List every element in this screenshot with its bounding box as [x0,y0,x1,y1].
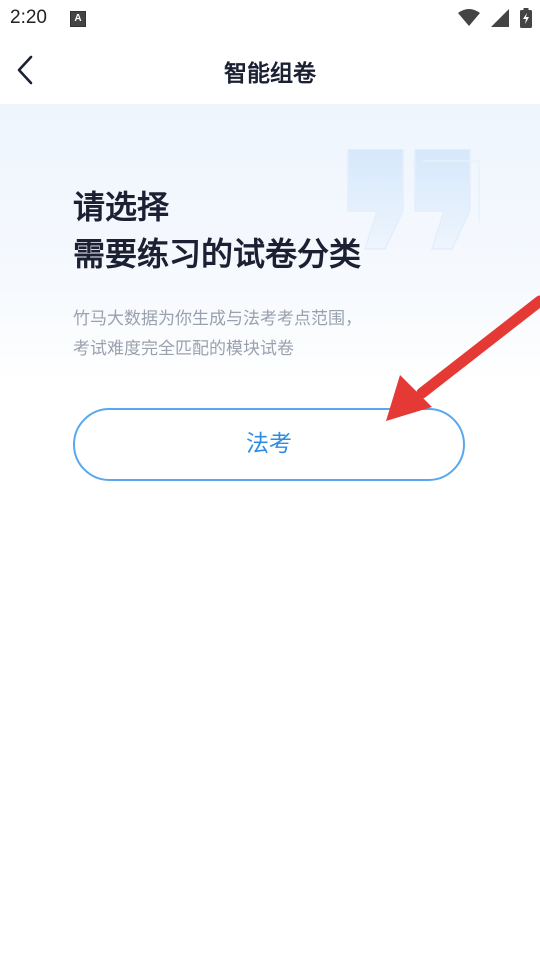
quote-mark-icon [347,149,480,250]
wifi-icon [457,8,480,26]
status-bar: 2:20 A [0,0,540,36]
headline: 请选择 需要练习的试卷分类 [73,184,361,278]
subtitle: 竹马大数据为你生成与法考考点范围， 考试难度完全匹配的模块试卷 [73,304,362,364]
headline-line-2: 需要练习的试卷分类 [73,235,362,273]
signal-icon [490,8,509,27]
page-title: 智能组卷 [224,61,316,87]
subtitle-line-1: 竹马大数据为你生成与法考考点范围， [73,309,362,329]
battery-charging-icon [520,7,532,28]
status-time: 2:20 [10,7,47,28]
headline-line-1: 请选择 [73,188,170,226]
nav-bar: 智能组卷 [0,36,540,104]
pointer-arrow-icon [386,295,540,421]
subtitle-line-2: 考试难度完全匹配的模块试卷 [73,339,294,359]
notification-a-icon: A [70,11,86,27]
status-icons [452,7,532,29]
